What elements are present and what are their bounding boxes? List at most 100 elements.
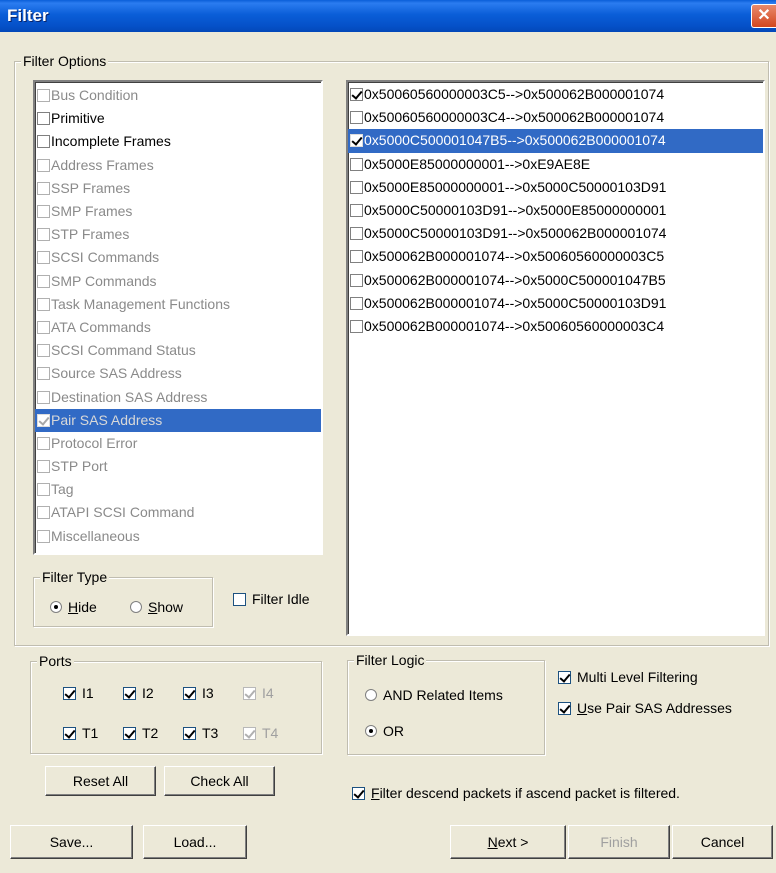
address-pair-item[interactable]: 0x5000C50000103D91-->0x500062B000001074 bbox=[348, 222, 763, 245]
show-label: Show bbox=[148, 599, 184, 616]
filter-option-item[interactable]: SCSI Command Status bbox=[35, 339, 321, 362]
address-pair-item[interactable]: 0x500062B000001074-->0x50060560000003C5 bbox=[348, 245, 763, 268]
check-all-button[interactable]: Check All bbox=[164, 766, 275, 796]
filter-option-item[interactable]: STP Port bbox=[35, 455, 321, 478]
filter-option-item[interactable]: Protocol Error bbox=[35, 432, 321, 455]
port-t4-checkbox[interactable]: T4 bbox=[243, 724, 278, 741]
or-label: OR bbox=[383, 723, 404, 740]
port-t3-checkbox[interactable]: T3 bbox=[183, 724, 218, 741]
filter-option-checkbox[interactable] bbox=[37, 112, 50, 126]
filter-option-item[interactable]: SMP Frames bbox=[35, 200, 321, 223]
multi-level-filtering-checkbox[interactable]: Multi Level Filtering bbox=[558, 668, 698, 685]
filter-option-checkbox[interactable] bbox=[37, 367, 50, 381]
address-pair-list[interactable]: 0x50060560000003C5-->0x500062B000001074 0… bbox=[346, 80, 765, 636]
use-pair-sas-checkbox[interactable]: Use Pair SAS Addresses bbox=[558, 699, 732, 716]
filter-idle-checkbox[interactable]: Filter Idle bbox=[233, 590, 310, 607]
load-button[interactable]: Load... bbox=[143, 825, 247, 859]
filter-option-item[interactable]: Tag bbox=[35, 478, 321, 501]
filter-option-item[interactable]: STP Frames bbox=[35, 223, 321, 246]
finish-button[interactable]: Finish bbox=[568, 825, 670, 859]
address-pair-checkbox[interactable] bbox=[350, 204, 363, 218]
address-pair-checkbox[interactable] bbox=[350, 296, 363, 310]
next-button[interactable]: Next > bbox=[450, 825, 566, 859]
address-pair-item[interactable]: 0x5000E85000000001-->0x5000C50000103D91 bbox=[348, 176, 763, 199]
address-pair-checkbox[interactable] bbox=[350, 180, 363, 194]
filter-option-item[interactable]: Address Frames bbox=[35, 154, 321, 177]
filter-option-checkbox[interactable] bbox=[37, 460, 50, 474]
filter-option-item[interactable]: SMP Commands bbox=[35, 270, 321, 293]
filter-option-label: Bus Condition bbox=[51, 87, 139, 104]
address-pair-item[interactable]: 0x500062B000001074-->0x50060560000003C4 bbox=[348, 315, 763, 338]
filter-descend-checkbox[interactable]: Filter descend packets if ascend packet … bbox=[352, 784, 680, 801]
close-button[interactable]: ✕ bbox=[751, 4, 776, 28]
address-pair-checkbox[interactable] bbox=[350, 319, 363, 333]
filter-option-label: ATA Commands bbox=[51, 318, 151, 335]
filter-option-item[interactable]: Primitive bbox=[35, 107, 321, 130]
filter-option-item[interactable]: ATAPI SCSI Command bbox=[35, 501, 321, 524]
filter-option-checkbox[interactable] bbox=[37, 135, 50, 149]
filter-options-list[interactable]: Bus Condition Primitive Incomplete Frames A… bbox=[33, 80, 323, 555]
filter-option-checkbox[interactable] bbox=[37, 390, 50, 404]
filter-option-checkbox[interactable] bbox=[37, 158, 50, 172]
filter-option-checkbox[interactable] bbox=[37, 205, 50, 219]
filter-option-item[interactable]: Source SAS Address bbox=[35, 362, 321, 385]
hide-radio[interactable]: Hide bbox=[50, 598, 97, 615]
show-radio[interactable]: Show bbox=[130, 598, 183, 615]
filter-option-item[interactable]: Destination SAS Address bbox=[35, 385, 321, 408]
filter-option-label: Task Management Functions bbox=[51, 295, 230, 312]
port-i2-checkbox[interactable]: I2 bbox=[123, 684, 154, 701]
filter-option-checkbox[interactable] bbox=[37, 436, 50, 450]
address-pair-item[interactable]: 0x500062B000001074-->0x5000C50000103D91 bbox=[348, 292, 763, 315]
or-radio[interactable]: OR bbox=[365, 722, 404, 739]
reset-all-button[interactable]: Reset All bbox=[45, 766, 156, 796]
filter-option-checkbox[interactable] bbox=[37, 251, 50, 265]
address-pair-item[interactable]: 0x5000C500001047B5-->0x500062B000001074 bbox=[348, 129, 763, 153]
address-pair-label: 0x5000E85000000001-->0xE9AE8E bbox=[364, 155, 591, 172]
filter-option-item[interactable]: Bus Condition bbox=[35, 84, 321, 107]
address-pair-checkbox[interactable] bbox=[350, 111, 363, 125]
address-pair-label: 0x50060560000003C4-->0x500062B000001074 bbox=[364, 109, 665, 126]
port-i3-checkbox[interactable]: I3 bbox=[183, 684, 214, 701]
filter-option-checkbox[interactable] bbox=[37, 506, 50, 520]
filter-option-checkbox[interactable] bbox=[37, 320, 50, 334]
port-i4-box bbox=[243, 686, 256, 700]
filter-option-item[interactable]: Pair SAS Address bbox=[35, 408, 321, 432]
address-pair-item[interactable]: 0x5000C50000103D91-->0x5000E85000000001 bbox=[348, 199, 763, 222]
filter-option-checkbox[interactable] bbox=[37, 228, 50, 242]
filter-option-item[interactable]: Task Management Functions bbox=[35, 293, 321, 316]
address-pair-item[interactable]: 0x5000E85000000001-->0xE9AE8E bbox=[348, 153, 763, 176]
port-i1-checkbox[interactable]: I1 bbox=[63, 684, 94, 701]
address-pair-item[interactable]: 0x500062B000001074-->0x5000C500001047B5 bbox=[348, 269, 763, 292]
save-button[interactable]: Save... bbox=[10, 825, 133, 859]
filter-option-item[interactable]: SCSI Commands bbox=[35, 246, 321, 269]
filter-option-item[interactable]: Incomplete Frames bbox=[35, 130, 321, 153]
port-t1-checkbox[interactable]: T1 bbox=[63, 724, 98, 741]
port-t2-checkbox[interactable]: T2 bbox=[123, 724, 158, 741]
address-pair-checkbox[interactable] bbox=[350, 88, 363, 102]
filter-option-checkbox[interactable] bbox=[37, 483, 50, 497]
filter-option-item[interactable]: ATA Commands bbox=[35, 316, 321, 339]
filter-option-checkbox[interactable] bbox=[37, 181, 50, 195]
filter-option-label: STP Port bbox=[51, 458, 108, 475]
address-pair-checkbox[interactable] bbox=[350, 250, 363, 264]
and-related-radio[interactable]: AND Related Items bbox=[365, 686, 503, 703]
address-pair-checkbox[interactable] bbox=[350, 273, 363, 287]
filter-option-checkbox[interactable] bbox=[37, 413, 50, 427]
address-pair-checkbox[interactable] bbox=[350, 134, 363, 148]
filter-option-item[interactable]: SSP Frames bbox=[35, 177, 321, 200]
filter-option-item[interactable]: Miscellaneous bbox=[35, 525, 321, 548]
address-pair-item[interactable]: 0x50060560000003C5-->0x500062B000001074 bbox=[348, 83, 763, 106]
filter-option-checkbox[interactable] bbox=[37, 89, 50, 103]
title-bar: Filter ✕ bbox=[0, 0, 776, 32]
address-pair-item[interactable]: 0x50060560000003C4-->0x500062B000001074 bbox=[348, 106, 763, 129]
cancel-button[interactable]: Cancel bbox=[672, 825, 773, 859]
filter-option-checkbox[interactable] bbox=[37, 274, 50, 288]
filter-option-checkbox[interactable] bbox=[37, 529, 50, 543]
close-icon: ✕ bbox=[757, 7, 771, 24]
address-pair-checkbox[interactable] bbox=[350, 157, 363, 171]
port-i1-box bbox=[63, 686, 76, 700]
address-pair-checkbox[interactable] bbox=[350, 227, 363, 241]
port-i4-checkbox[interactable]: I4 bbox=[243, 684, 274, 701]
filter-option-checkbox[interactable] bbox=[37, 297, 50, 311]
filter-option-checkbox[interactable] bbox=[37, 344, 50, 358]
